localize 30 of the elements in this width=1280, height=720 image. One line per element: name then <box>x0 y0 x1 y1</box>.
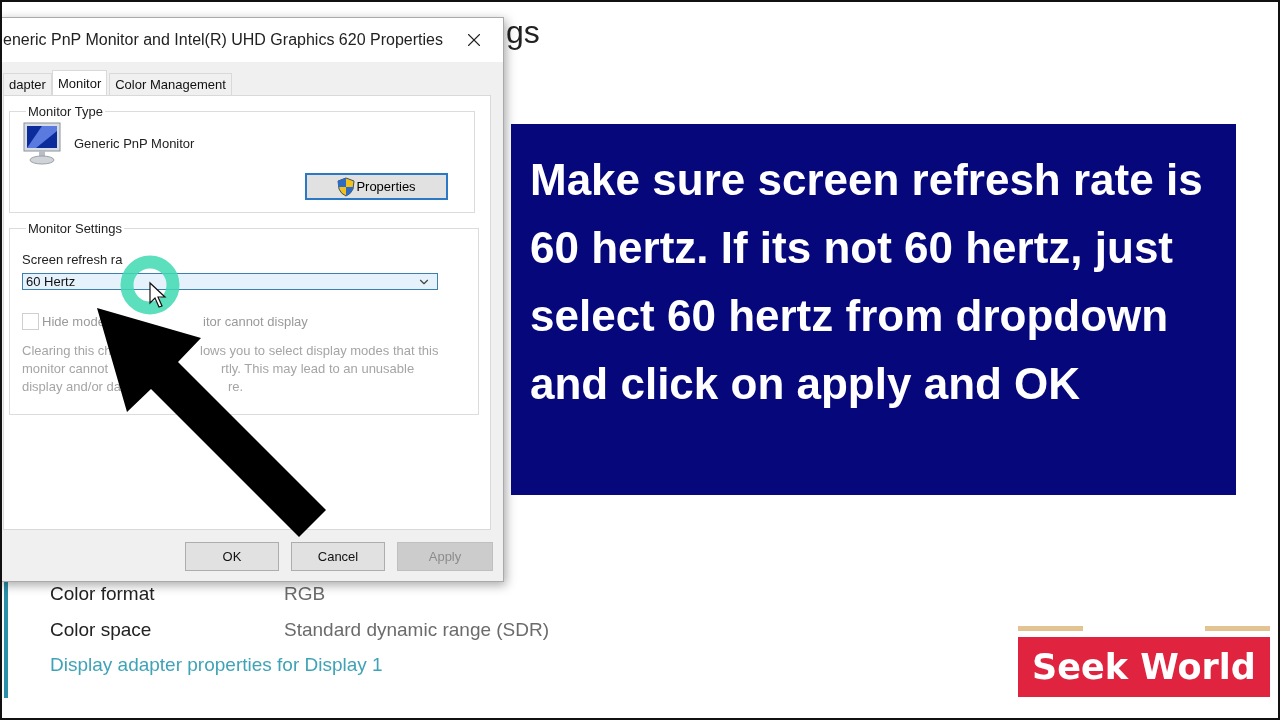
field-label: Screen refresh ra <box>22 252 124 267</box>
monitor-name: Generic PnP Monitor <box>74 135 195 151</box>
tab[interactable]: dapter <box>3 73 52 95</box>
logo: Seek World <box>1018 637 1270 697</box>
page-heading: gs <box>506 13 541 52</box>
group-label: Monitor Type <box>27 104 104 119</box>
cursor-icon <box>149 281 167 308</box>
description-text: monitor cannot <box>22 360 109 378</box>
description-text: re. <box>228 378 245 396</box>
callout-text: Make sure screen refresh rate is 60 hertz. If its not 60 hertz, just select 60 hertz from dropdown and click on apply and OK <box>530 154 1204 410</box>
description-text: display and/or da <box>22 378 122 396</box>
dialog-button[interactable]: Cancel <box>291 542 385 571</box>
group-label: Monitor Settings <box>27 221 123 236</box>
monitor-icon <box>22 121 64 165</box>
tab[interactable]: Monitor <box>51 70 108 95</box>
tab[interactable]: Color Management <box>109 73 232 95</box>
dialog-button[interactable]: OK <box>185 542 279 571</box>
properties-button[interactable]: Properties <box>305 173 448 200</box>
description-text: rtly. This may lead to an unusable <box>221 360 416 378</box>
setting-value: Standard dynamic range (SDR) <box>284 619 550 641</box>
checkbox-label: itor cannot display <box>203 314 309 329</box>
setting-label: Color space <box>50 619 153 641</box>
logo-bar <box>1205 626 1270 631</box>
shield-icon <box>337 176 356 197</box>
window-title: eneric PnP Monitor and Intel(R) UHD Graphics 620 Properties <box>3 31 444 49</box>
setting-value: RGB <box>284 583 327 605</box>
setting-label: Color format <box>50 583 156 605</box>
refresh-rate-dropdown[interactable]: 60 Hertz <box>22 273 438 290</box>
logo-bar <box>1018 626 1083 631</box>
description-text: lows you to select display modes that this <box>200 342 439 360</box>
